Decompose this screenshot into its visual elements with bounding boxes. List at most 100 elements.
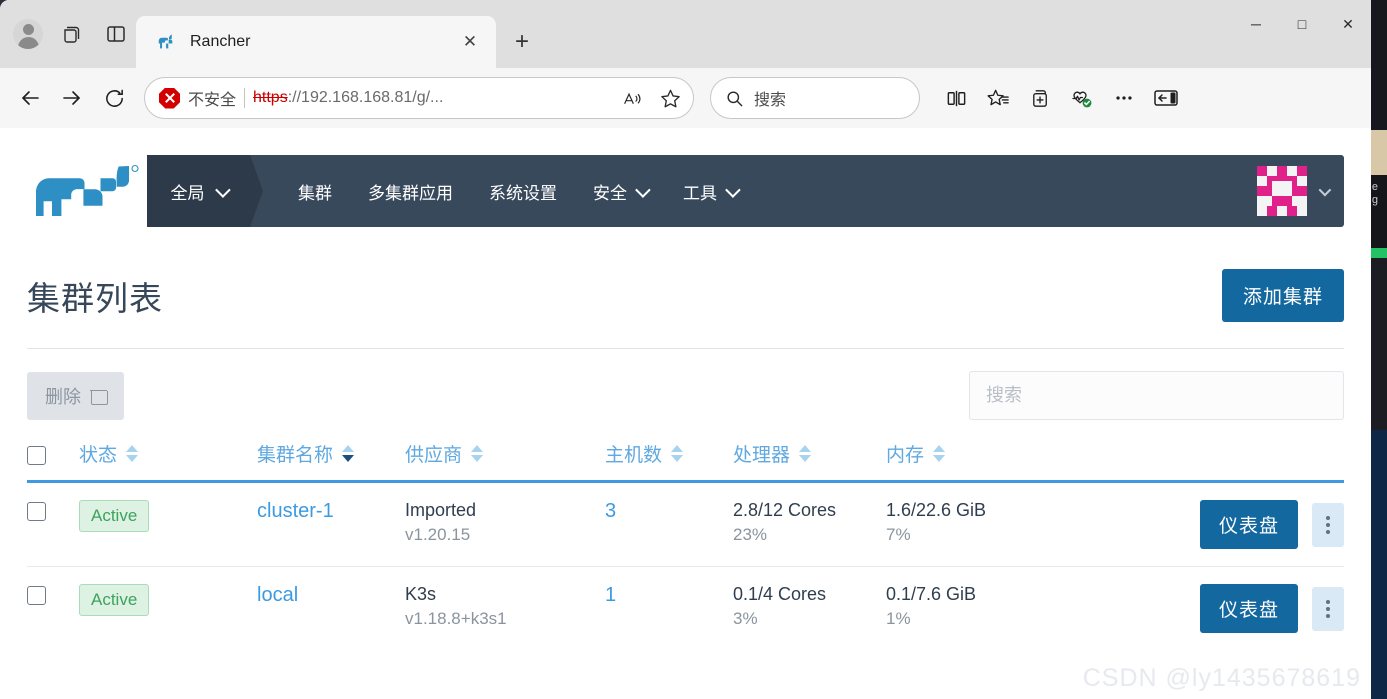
row-provider-cell: K3s v1.18.8+k3s1	[405, 567, 605, 651]
nav-item-label: 工具	[683, 183, 717, 203]
row-name-cell: local	[257, 567, 405, 651]
nav-item-clusters[interactable]: 集群	[280, 155, 350, 227]
add-cluster-button[interactable]: 添加集群	[1221, 269, 1344, 322]
nav-items: 集群 多集群应用 系统设置 安全 工具	[250, 155, 755, 227]
workspaces-icon[interactable]	[52, 14, 92, 54]
chevron-down-icon	[635, 181, 651, 198]
url-rest: ://192.168.168.81/g/...	[287, 89, 444, 106]
cpu-percent: 23%	[733, 525, 768, 544]
nav-item-label: 系统设置	[489, 183, 557, 203]
url-text: https://192.168.168.81/g/...	[253, 89, 609, 107]
split-screen-icon[interactable]	[936, 78, 976, 118]
tab-strip: Rancher ✕ + ─ □ ✕	[0, 0, 1371, 68]
sort-name[interactable]: 集群名称	[257, 440, 405, 467]
sort-cpu[interactable]: 处理器	[733, 440, 886, 467]
address-bar[interactable]: 不安全 https://192.168.168.81/g/...	[144, 77, 694, 119]
row-checkbox[interactable]	[27, 501, 46, 521]
nav-item-label: 集群	[298, 183, 332, 203]
row-nodes-cell: 3	[605, 481, 733, 567]
delete-button[interactable]: 删除	[27, 371, 124, 420]
browser-essentials-icon[interactable]	[1062, 78, 1102, 118]
cluster-name-link[interactable]: local	[257, 584, 298, 606]
clusters-table: 状态 集群名称 供应商 主机数 处理器 内存 Active cluster-1 …	[27, 440, 1344, 650]
settings-more-icon[interactable]	[1104, 78, 1144, 118]
col-name-label: 集群名称	[257, 445, 334, 466]
nav-global-label: 全局	[170, 183, 205, 203]
col-name: 集群名称	[257, 440, 405, 482]
forward-button[interactable]	[52, 78, 92, 118]
col-cpu-label: 处理器	[733, 445, 791, 466]
row-state-cell: Active	[79, 481, 257, 567]
chevron-down-icon[interactable]	[1318, 183, 1332, 196]
sort-state[interactable]: 状态	[79, 440, 257, 467]
select-all-checkbox[interactable]	[27, 446, 46, 466]
browser-toolbar: 不安全 https://192.168.168.81/g/... 搜索	[0, 68, 1371, 128]
memory-percent: 7%	[886, 525, 911, 544]
read-aloud-icon[interactable]	[617, 83, 647, 113]
sidebar-toggle-icon[interactable]	[1146, 78, 1186, 118]
browser-window: Rancher ✕ + ─ □ ✕ 不安全 https://192.168.16…	[0, 0, 1371, 699]
favorites-icon[interactable]	[978, 78, 1018, 118]
tab-close-icon[interactable]: ✕	[456, 28, 484, 56]
tab-actions-icon[interactable]	[96, 14, 136, 54]
memory-percent: 1%	[886, 609, 911, 628]
row-actions-cell: 仪表盘	[1073, 481, 1344, 567]
back-button[interactable]	[10, 78, 50, 118]
row-provider-cell: Imported v1.20.15	[405, 481, 605, 567]
rancher-header: 全局 集群 多集群应用 系统设置 安全 工具	[27, 155, 1344, 227]
nav-item-system-settings[interactable]: 系统设置	[471, 155, 575, 227]
table-header-row: 状态 集群名称 供应商 主机数 处理器 内存	[27, 440, 1344, 482]
provider-name: K3s	[405, 584, 437, 604]
table-head: 状态 集群名称 供应商 主机数 处理器 内存	[27, 440, 1344, 482]
browser-search-placeholder: 搜索	[754, 92, 787, 109]
delete-button-label: 删除	[45, 386, 81, 407]
row-name-cell: cluster-1	[257, 481, 405, 567]
user-identicon-avatar[interactable]	[1257, 166, 1307, 216]
col-memory-label: 内存	[886, 445, 925, 466]
nav-item-multicluster-apps[interactable]: 多集群应用	[350, 155, 471, 227]
rancher-logo[interactable]	[27, 155, 147, 227]
collections-icon[interactable]	[1020, 78, 1060, 118]
minimize-button[interactable]: ─	[1233, 0, 1279, 48]
provider-version: v1.18.8+k3s1	[405, 609, 507, 628]
col-state: 状态	[79, 440, 257, 482]
browser-tab[interactable]: Rancher ✕	[136, 16, 496, 68]
account-avatar-icon[interactable]	[8, 14, 48, 54]
tab-title: Rancher	[190, 33, 251, 50]
nav-global-scope-selector[interactable]: 全局	[147, 155, 250, 227]
node-count-link[interactable]: 1	[605, 584, 616, 606]
maximize-button[interactable]: □	[1279, 0, 1325, 48]
table-search-input[interactable]	[969, 371, 1344, 420]
node-count-link[interactable]: 3	[605, 500, 616, 522]
sort-memory[interactable]: 内存	[886, 440, 1074, 467]
close-window-button[interactable]: ✕	[1325, 0, 1371, 48]
row-cpu-cell: 2.8/12 Cores 23%	[733, 481, 886, 567]
url-divider	[244, 88, 246, 108]
dashboard-button[interactable]: 仪表盘	[1199, 584, 1298, 633]
dashboard-button[interactable]: 仪表盘	[1199, 500, 1298, 549]
search-icon	[727, 90, 743, 106]
col-nodes-label: 主机数	[605, 445, 663, 466]
row-menu-kebab-icon[interactable]	[1312, 502, 1344, 547]
star-icon[interactable]	[655, 83, 685, 113]
browser-search-box[interactable]: 搜索	[710, 77, 920, 119]
row-menu-kebab-icon[interactable]	[1312, 586, 1344, 631]
table-row: Active local K3s v1.18.8+k3s1 1 0.1/4 Co…	[27, 567, 1344, 651]
new-tab-button[interactable]: +	[502, 22, 542, 62]
page-title: 集群列表	[27, 279, 163, 317]
sort-nodes[interactable]: 主机数	[605, 440, 733, 467]
nav-item-tools[interactable]: 工具	[665, 155, 755, 227]
col-state-label: 状态	[79, 445, 118, 466]
chevron-down-icon	[214, 181, 231, 198]
sort-arrows-icon	[471, 445, 484, 462]
cluster-name-link[interactable]: cluster-1	[257, 500, 334, 522]
row-checkbox[interactable]	[27, 585, 46, 605]
sort-provider[interactable]: 供应商	[405, 440, 605, 467]
nav-item-security[interactable]: 安全	[575, 155, 665, 227]
sort-arrows-icon	[933, 445, 946, 462]
table-row: Active cluster-1 Imported v1.20.15 3 2.8…	[27, 481, 1344, 567]
watermark: CSDN @ly1435678619	[1082, 664, 1361, 692]
reload-button[interactable]	[94, 78, 134, 118]
cpu-usage: 0.1/4 Cores	[733, 584, 827, 604]
col-actions	[1074, 440, 1344, 482]
